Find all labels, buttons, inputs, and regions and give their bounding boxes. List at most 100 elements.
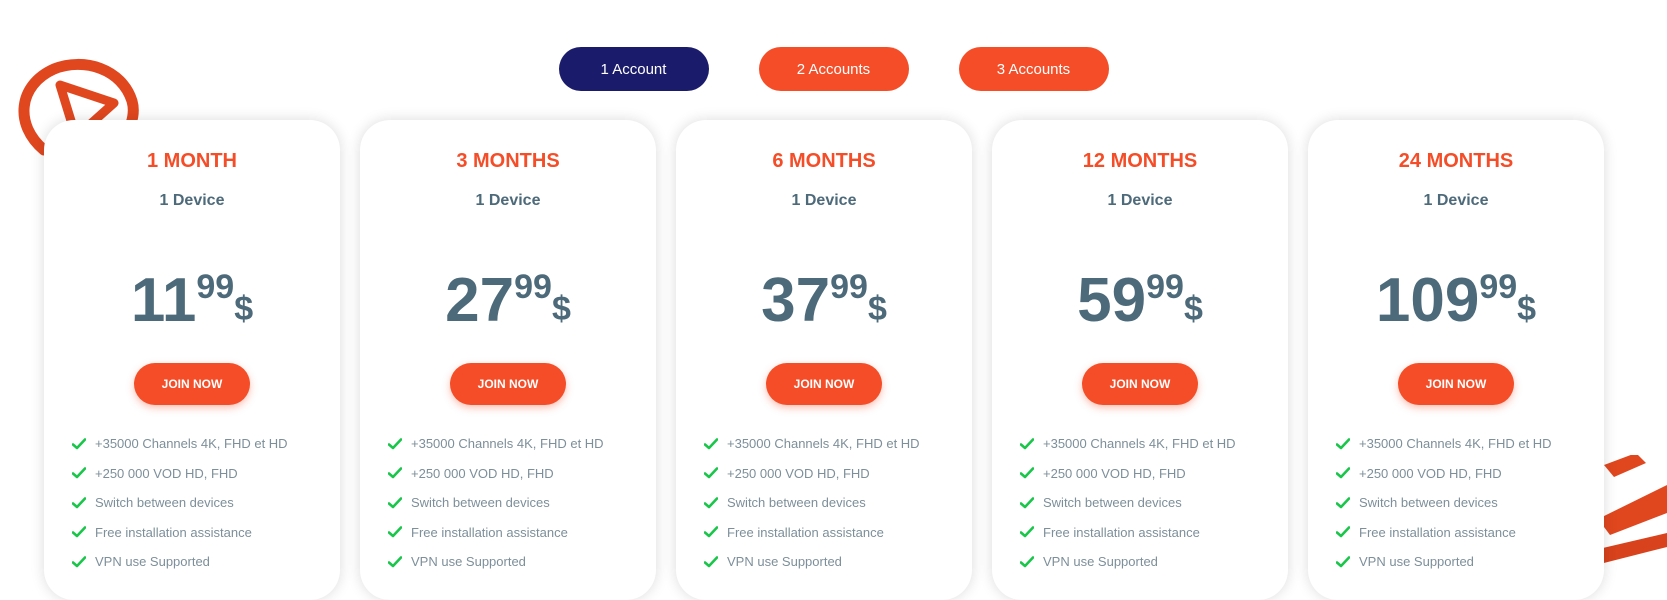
plan-price: 5999$: [992, 268, 1288, 332]
plan-price: 2799$: [360, 268, 656, 332]
price-currency: $: [234, 290, 254, 328]
price-cents: 99: [196, 268, 235, 306]
feature-text: +35000 Channels 4K, FHD et HD: [1043, 436, 1236, 452]
check-icon: [1336, 496, 1350, 509]
plan-device-count: 1 Device: [1423, 192, 1489, 209]
feature-item: +250 000 VOD HD, FHD: [1020, 459, 1236, 489]
check-icon: [388, 555, 402, 568]
feature-text: +35000 Channels 4K, FHD et HD: [95, 436, 288, 452]
price-cents: 99: [1479, 268, 1518, 306]
tab-1-account[interactable]: 1 Account: [558, 47, 709, 91]
check-icon: [1336, 526, 1350, 538]
price-cents: 99: [1146, 268, 1184, 306]
check-icon: [1336, 467, 1350, 479]
price-main: 11: [130, 266, 197, 335]
feature-text: +35000 Channels 4K, FHD et HD: [727, 436, 920, 452]
check-icon: [704, 437, 718, 450]
feature-item: +35000 Channels 4K, FHD et HD: [1336, 429, 1552, 459]
pricing-card-3-months: 3 MONTHS 1 Device 2799$ JOIN NOW +35000 …: [360, 120, 656, 600]
price-currency: $: [551, 290, 571, 328]
feature-item: +250 000 VOD HD, FHD: [388, 459, 604, 489]
tab-3-accounts[interactable]: 3 Accounts: [958, 47, 1109, 91]
feature-text: +35000 Channels 4K, FHD et HD: [411, 436, 604, 452]
pricing-card-24-months: 24 MONTHS 1 Device 10999$ JOIN NOW +3500…: [1308, 120, 1604, 600]
plan-device-count: 1 Device: [791, 192, 857, 209]
plan-device-count: 1 Device: [475, 192, 541, 209]
feature-text: +250 000 VOD HD, FHD: [727, 465, 870, 481]
check-icon: [388, 496, 402, 509]
feature-text: VPN use Supported: [411, 554, 526, 570]
feature-text: Free installation assistance: [95, 524, 252, 540]
feature-list: +35000 Channels 4K, FHD et HD +250 000 V…: [704, 429, 920, 577]
plan-title: 24 MONTHS: [1398, 150, 1514, 172]
feature-text: +250 000 VOD HD, FHD: [1359, 465, 1502, 481]
plan-price: 1199$: [44, 268, 340, 332]
feature-item: +35000 Channels 4K, FHD et HD: [704, 429, 920, 459]
feature-text: Switch between devices: [727, 495, 866, 511]
feature-text: Free installation assistance: [1359, 524, 1516, 540]
check-icon: [388, 526, 402, 538]
plan-title: 3 MONTHS: [456, 150, 560, 172]
price-cents: 99: [830, 268, 868, 306]
pricing-card-12-months: 12 MONTHS 1 Device 5999$ JOIN NOW +35000…: [992, 120, 1288, 600]
feature-text: Switch between devices: [95, 495, 234, 511]
plan-device-count: 1 Device: [1107, 192, 1173, 209]
tab-2-accounts[interactable]: 2 Accounts: [758, 47, 909, 91]
feature-list: +35000 Channels 4K, FHD et HD +250 000 V…: [72, 429, 288, 577]
feature-item: Switch between devices: [704, 488, 920, 518]
price-main: 27: [445, 266, 515, 335]
check-icon: [704, 496, 718, 509]
feature-list: +35000 Channels 4K, FHD et HD +250 000 V…: [388, 429, 604, 577]
check-icon: [1020, 526, 1034, 538]
feature-item: Switch between devices: [1336, 488, 1552, 518]
join-now-button[interactable]: JOIN NOW: [1398, 363, 1514, 405]
check-icon: [388, 437, 402, 450]
feature-list: +35000 Channels 4K, FHD et HD +250 000 V…: [1336, 429, 1552, 577]
feature-item: VPN use Supported: [1020, 547, 1236, 577]
feature-item: Free installation assistance: [388, 518, 604, 548]
check-icon: [72, 467, 86, 479]
check-icon: [72, 526, 86, 538]
check-icon: [704, 526, 718, 538]
feature-item: +35000 Channels 4K, FHD et HD: [388, 429, 604, 459]
price-main: 37: [761, 266, 831, 335]
feature-item: VPN use Supported: [704, 547, 920, 577]
feature-item: Switch between devices: [388, 488, 604, 518]
join-now-button[interactable]: JOIN NOW: [450, 363, 566, 405]
check-icon: [388, 467, 402, 479]
pricing-cards: 1 MONTH 1 Device 1199$ JOIN NOW +35000 C…: [44, 120, 1604, 600]
feature-text: +250 000 VOD HD, FHD: [1043, 465, 1186, 481]
feature-text: +250 000 VOD HD, FHD: [95, 465, 238, 481]
join-now-button[interactable]: JOIN NOW: [134, 363, 250, 405]
feature-item: VPN use Supported: [388, 547, 604, 577]
feature-text: VPN use Supported: [727, 554, 842, 570]
feature-text: Switch between devices: [1043, 495, 1182, 511]
price-main: 109: [1375, 266, 1480, 335]
feature-item: Free installation assistance: [1020, 518, 1236, 548]
check-icon: [1336, 555, 1350, 568]
check-icon: [704, 467, 718, 479]
feature-item: Switch between devices: [72, 488, 288, 518]
join-now-button[interactable]: JOIN NOW: [766, 363, 882, 405]
check-icon: [1020, 467, 1034, 479]
price-currency: $: [1517, 290, 1537, 328]
pricing-card-6-months: 6 MONTHS 1 Device 3799$ JOIN NOW +35000 …: [676, 120, 972, 600]
feature-item: Free installation assistance: [72, 518, 288, 548]
check-icon: [72, 555, 86, 568]
feature-list: +35000 Channels 4K, FHD et HD +250 000 V…: [1020, 429, 1236, 577]
price-currency: $: [867, 290, 887, 328]
feature-item: +250 000 VOD HD, FHD: [704, 459, 920, 489]
price-cents: 99: [514, 268, 552, 306]
feature-text: +250 000 VOD HD, FHD: [411, 465, 554, 481]
feature-item: Free installation assistance: [704, 518, 920, 548]
join-now-button[interactable]: JOIN NOW: [1082, 363, 1198, 405]
feature-item: +35000 Channels 4K, FHD et HD: [1020, 429, 1236, 459]
check-icon: [1020, 555, 1034, 568]
feature-text: Switch between devices: [1359, 495, 1498, 511]
plan-title: 6 MONTHS: [772, 150, 876, 172]
plan-price: 10999$: [1308, 268, 1604, 332]
feature-text: Switch between devices: [411, 495, 550, 511]
price-currency: $: [1183, 290, 1203, 328]
feature-text: Free installation assistance: [727, 524, 884, 540]
plan-price: 3799$: [676, 268, 972, 332]
